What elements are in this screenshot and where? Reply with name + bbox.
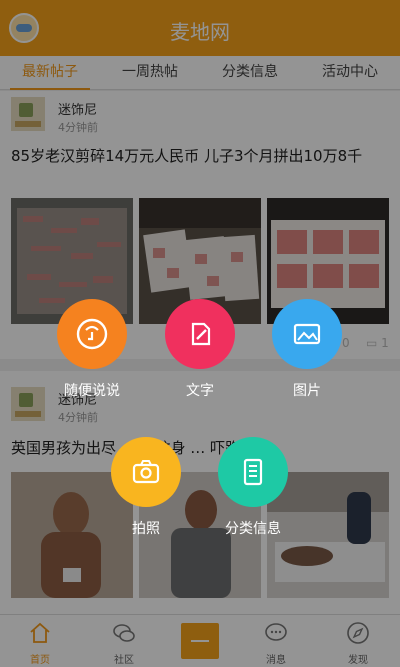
- random-talk-label: 随便说说: [64, 383, 120, 399]
- classified-label: 分类信息: [225, 521, 281, 537]
- camera-icon: [132, 460, 160, 484]
- random-talk-button[interactable]: [57, 299, 127, 369]
- edit-icon: [191, 322, 211, 346]
- text-post-button[interactable]: [165, 299, 235, 369]
- image-post-button[interactable]: [272, 299, 342, 369]
- classified-button[interactable]: [218, 437, 288, 507]
- image-icon: [293, 323, 321, 345]
- photo-label: 拍照: [132, 521, 160, 537]
- emoji-icon: [76, 318, 108, 350]
- list-icon: [243, 458, 263, 486]
- text-post-label: 文字: [186, 383, 214, 399]
- image-post-label: 图片: [293, 383, 321, 399]
- photo-button[interactable]: [111, 437, 181, 507]
